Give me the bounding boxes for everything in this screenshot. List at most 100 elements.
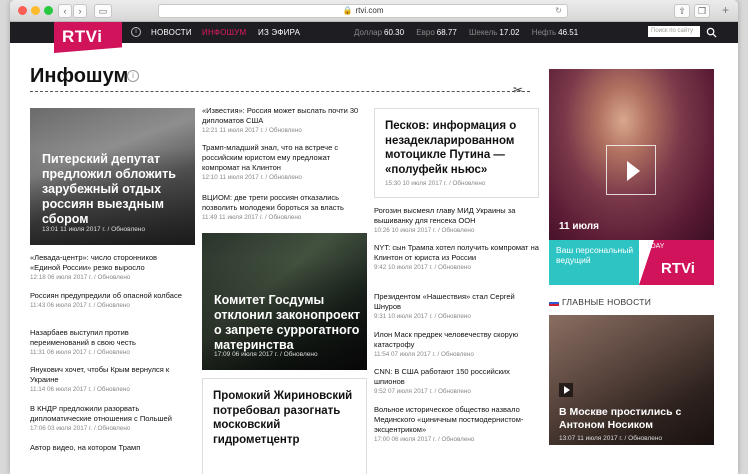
list-item[interactable]: «Известия»: Россия может выслать почти 3… [202, 106, 360, 134]
list-item[interactable]: Рогозин высмеял главу МИД Украины за выш… [374, 206, 539, 234]
video-date: 11 июля [559, 221, 599, 232]
news-meta: 9:31 10 июля 2017 г. / Обновлено [374, 313, 471, 320]
close-window-button[interactable] [18, 6, 27, 15]
news-title[interactable]: Янукович хочет, чтобы Крым вернулся к Ук… [30, 365, 188, 385]
news-meta: 12:10 11 июля 2017 г. / Обновлено [202, 174, 302, 181]
news-title[interactable]: NYT: сын Трампа хотел получить компромат… [374, 243, 539, 263]
browser-toolbar: ‹ › ▭ 🔒 rtvi.com ↻ ⇧ ❐ + [10, 0, 738, 22]
news-meta: 12:21 11 июля 2017 г. / Обновлено [202, 127, 302, 134]
sidebar-toggle-button[interactable]: ▭ [94, 4, 112, 18]
minimize-window-button[interactable] [31, 6, 40, 15]
news-card[interactable]: Песков: информация о незадекларированном… [374, 108, 539, 198]
new-tab-button[interactable]: + [722, 3, 729, 17]
list-item[interactable]: Янукович хочет, чтобы Крым вернулся к Ук… [30, 365, 188, 393]
feature-story-left[interactable]: Питерский депутат предложил обложить зар… [30, 108, 195, 245]
forward-button[interactable]: › [73, 4, 87, 18]
tabs-button[interactable]: ❐ [694, 4, 710, 18]
rate-value: 46.51 [558, 28, 579, 37]
news-card[interactable]: Промокий Жириновский потребовал разогнат… [202, 378, 367, 474]
list-item[interactable]: Трамп-младший знал, что на встрече с рос… [202, 143, 360, 181]
news-meta: 11:43 06 июля 2017 г. / Обновлено [30, 302, 130, 309]
nav-item-infoshum[interactable]: ИНФОШУМ [202, 28, 246, 37]
card-meta: 15:30 10 июля 2017 г. / Обновлено [385, 180, 486, 187]
list-item[interactable]: ВЦИОМ: две трети россиян отказались позв… [202, 193, 360, 221]
news-title[interactable]: Рогозин высмеял главу МИД Украины за выш… [374, 206, 539, 226]
list-item[interactable]: CNN: В США работают 150 российских шпион… [374, 367, 539, 395]
nav-item-news[interactable]: НОВОСТИ [151, 28, 192, 37]
news-title[interactable]: Трамп-младший знал, что на встрече с рос… [202, 143, 360, 173]
news-title[interactable]: Вольное историческое общество назвало Ме… [374, 405, 539, 435]
news-meta: 17:06 03 июля 2017 г. / Обновлено [30, 425, 131, 432]
site-nav: RTVi i НОВОСТИ ИНФОШУМ ИЗ ЭФИРА Доллар 60… [10, 22, 738, 53]
news-meta: 11:54 07 июля 2017 г. / Обновлено [374, 351, 474, 358]
news-meta: 12:18 06 июля 2017 г. / Обновлено [30, 274, 131, 281]
news-title[interactable]: CNN: В США работают 150 российских шпион… [374, 367, 539, 387]
list-item[interactable]: Россиян предупредили об опасной колбасе … [30, 291, 188, 309]
page-title: Инфошум [30, 65, 129, 87]
news-meta: 17:00 06 июля 2017 г. / Обновлено [374, 436, 475, 443]
promo-banner[interactable]: Ваш персональный ведущий TODAY RTVi [549, 240, 714, 285]
feature-meta: 17:09 06 июля 2017 г. / Обновлено [214, 351, 318, 358]
news-title[interactable]: В КНДР предложили разорвать дипломатичес… [30, 404, 188, 424]
card-title[interactable]: Песков: информация о незадекларированном… [385, 119, 528, 177]
news-title[interactable]: Автор видео, на котором Трамп [30, 443, 188, 453]
nav-item-from-air[interactable]: ИЗ ЭФИРА [258, 28, 300, 37]
search-input[interactable]: Поиск по сайту [648, 26, 700, 37]
news-title[interactable]: Президентом «Нашествия» стал Сергей Шнур… [374, 292, 539, 312]
search-icon[interactable] [706, 27, 717, 38]
reload-icon[interactable]: ↻ [555, 5, 562, 17]
list-item[interactable]: Автор видео, на котором Трамп [30, 443, 188, 453]
video-badge [559, 383, 573, 397]
news-title[interactable]: Россиян предупредили об опасной колбасе [30, 291, 188, 301]
list-item[interactable]: «Левада-центр»: число сторонников «Едино… [30, 253, 188, 281]
zoom-window-button[interactable] [44, 6, 53, 15]
news-title[interactable]: «Известия»: Россия может выслать почти 3… [202, 106, 360, 126]
rate-label: Евро [416, 28, 435, 37]
news-meta: 9:52 07 июля 2017 г. / Обновлено [374, 388, 471, 395]
address-bar[interactable]: 🔒 rtvi.com ↻ [158, 4, 568, 18]
feature-title[interactable]: В Москве простились с Антоном Носиком [559, 406, 709, 432]
feature-title[interactable]: Питерский депутат предложил обложить зар… [42, 152, 192, 227]
play-icon[interactable] [606, 145, 656, 195]
feature-story-side[interactable]: В Москве простились с Антоном Носиком 13… [549, 315, 714, 445]
news-title[interactable]: «Левада-центр»: число сторонников «Едино… [30, 253, 188, 273]
list-item[interactable]: Илон Маск предрек человечеству скорую ка… [374, 330, 539, 358]
card-title[interactable]: Промокий Жириновский потребовал разогнат… [213, 389, 356, 447]
news-title[interactable]: ВЦИОМ: две трети россиян отказались позв… [202, 193, 360, 213]
rate-value: 17.02 [499, 28, 520, 37]
list-item[interactable]: Назарбаев выступил против переименований… [30, 328, 188, 356]
feature-meta: 13:07 11 июля 2017 г. / Обновлено [559, 435, 663, 442]
feature-story-middle[interactable]: Комитет Госдумы отклонил законопроект о … [202, 233, 367, 370]
feature-title[interactable]: Комитет Госдумы отклонил законопроект о … [214, 293, 364, 353]
promo-tag: TODAY [641, 243, 665, 250]
flag-icon [549, 299, 559, 306]
back-button[interactable]: ‹ [58, 4, 72, 18]
url-text: rtvi.com [355, 6, 384, 15]
rate-label: Доллар [354, 28, 383, 37]
news-meta: 11:14 06 июля 2017 г. / Обновлено [30, 386, 130, 393]
news-title[interactable]: Назарбаев выступил против переименований… [30, 328, 188, 348]
promo-logo: RTVi [661, 260, 695, 277]
list-item[interactable]: В КНДР предложили разорвать дипломатичес… [30, 404, 188, 432]
list-item[interactable]: Президентом «Нашествия» стал Сергей Шнур… [374, 292, 539, 320]
feature-meta: 13:01 11 июля 2017 г. / Обновлено [42, 226, 146, 233]
share-button[interactable]: ⇧ [674, 4, 690, 18]
news-title[interactable]: Илон Маск предрек человечеству скорую ка… [374, 330, 539, 350]
news-meta: 10:26 10 июля 2017 г. / Обновлено [374, 227, 475, 234]
news-meta: 11:49 11 июля 2017 г. / Обновлено [202, 214, 302, 221]
tabs-icon: ❐ [697, 6, 707, 16]
info-icon[interactable]: i [131, 27, 141, 37]
divider [30, 91, 530, 92]
main-news-header: ГЛАВНЫЕ НОВОСТИ [549, 297, 651, 307]
info-icon[interactable]: i [127, 70, 139, 82]
page-content: Инфошум i ✂ Питерский депутат предложил … [10, 43, 738, 474]
rate-value: 68.77 [436, 28, 457, 37]
share-icon: ⇧ [678, 6, 686, 16]
chevron-right-icon: › [78, 6, 82, 16]
news-meta: 9:42 10 июля 2017 г. / Обновлено [374, 264, 471, 271]
list-item[interactable]: NYT: сын Трампа хотел получить компромат… [374, 243, 539, 271]
list-item[interactable]: Вольное историческое общество назвало Ме… [374, 405, 539, 443]
video-player[interactable]: 11 июля [549, 69, 714, 241]
browser-window: ‹ › ▭ 🔒 rtvi.com ↻ ⇧ ❐ + RTVi i НОВОСТИ И… [10, 0, 738, 474]
plus-icon: + [722, 3, 730, 17]
